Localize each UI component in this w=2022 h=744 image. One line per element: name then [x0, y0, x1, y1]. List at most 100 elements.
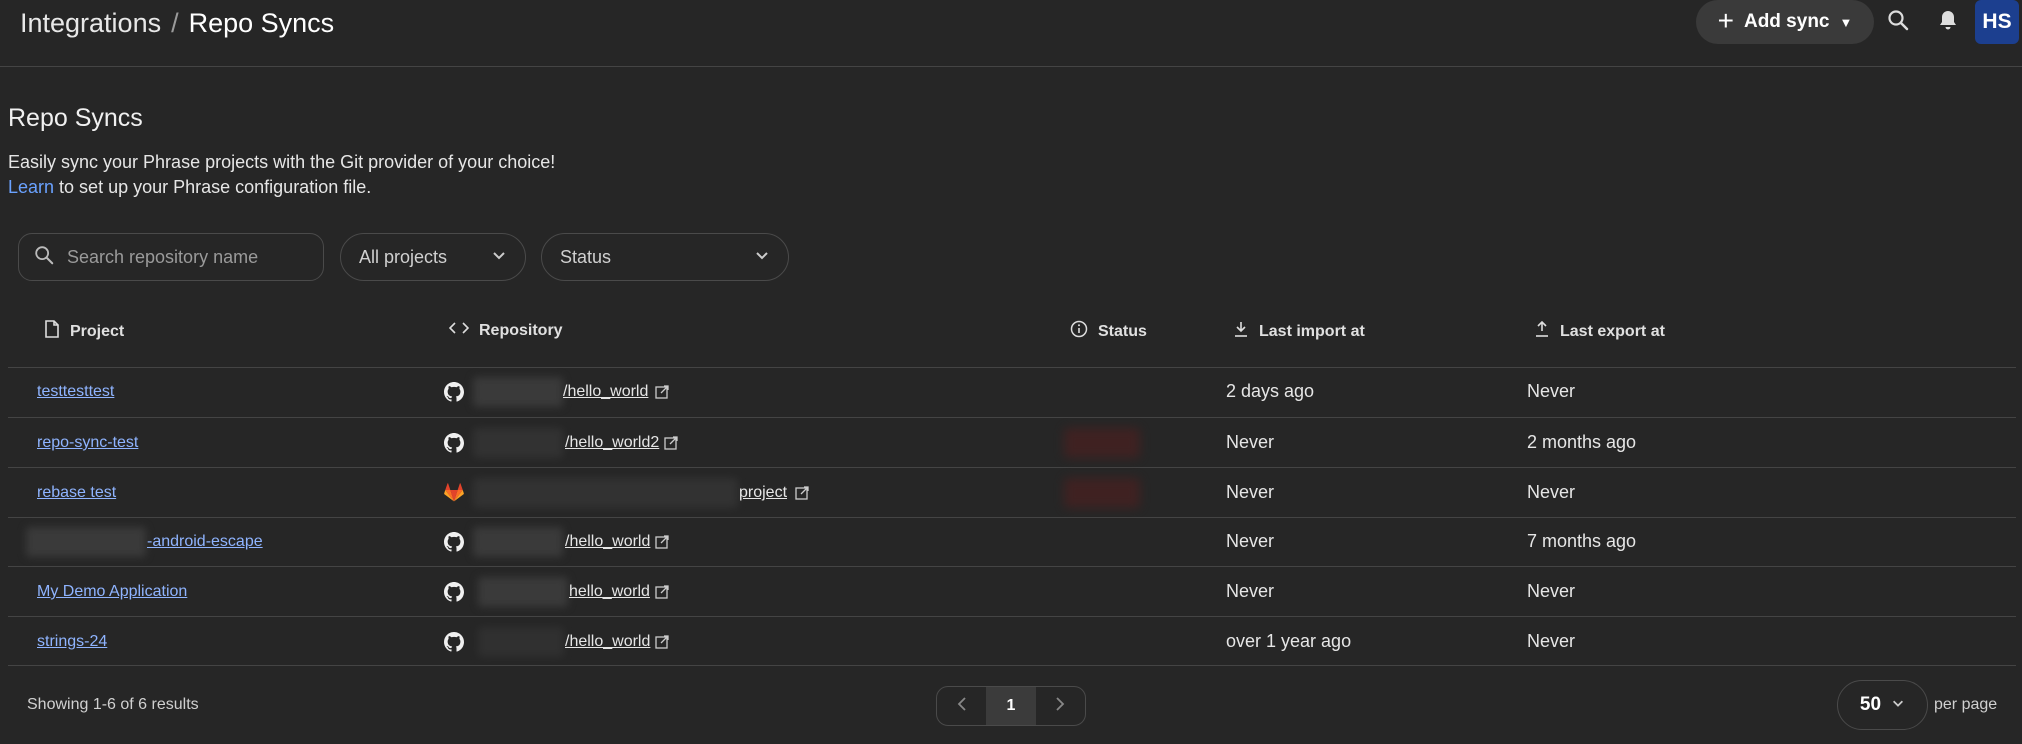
- last-import-value: Never: [1226, 581, 1275, 601]
- code-icon: [448, 320, 470, 341]
- redacted-owner: [473, 527, 563, 557]
- search-icon: [33, 244, 55, 271]
- github-icon: [444, 382, 465, 407]
- last-import-value: Never: [1226, 432, 1275, 452]
- last-export-value: Never: [1527, 482, 1576, 502]
- intro-text-rest: to set up your Phrase configuration file…: [54, 177, 372, 197]
- row-divider: [8, 517, 2016, 518]
- per-page-select[interactable]: 50: [1837, 680, 1928, 730]
- column-header-project-label: Project: [70, 322, 125, 340]
- row-divider: [8, 417, 2016, 418]
- pagination: 1: [936, 686, 1086, 726]
- column-header-last-export: Last export at: [1534, 320, 1665, 343]
- previous-page-button[interactable]: [937, 687, 986, 725]
- redacted-status: [1064, 478, 1140, 508]
- breadcrumb-separator: /: [171, 8, 179, 38]
- last-export-value: 7 months ago: [1527, 531, 1637, 551]
- per-page-label: per page: [1934, 696, 1998, 713]
- last-import-value: 2 days ago: [1226, 381, 1315, 401]
- repository-link[interactable]: /hello_world: [563, 383, 648, 401]
- column-header-last-import: Last import at: [1233, 320, 1365, 343]
- redacted-owner: [473, 377, 563, 407]
- column-header-status-label: Status: [1098, 322, 1147, 340]
- project-link[interactable]: strings-24: [37, 633, 107, 651]
- top-bar: Integrations / Repo Syncs + Add sync ▼ HS: [0, 0, 2022, 67]
- projects-select-value: All projects: [359, 246, 448, 267]
- search-input[interactable]: [65, 245, 309, 269]
- search-icon[interactable]: [1884, 6, 1912, 34]
- external-link-icon[interactable]: [664, 436, 678, 455]
- redacted-status: [1064, 428, 1140, 458]
- search-field[interactable]: [18, 233, 324, 281]
- repository-link[interactable]: /hello_world2: [565, 434, 659, 452]
- last-export-value: 2 months ago: [1527, 432, 1637, 452]
- github-icon: [444, 582, 465, 607]
- row-divider: [8, 566, 2016, 567]
- intro-text-2: Learn to set up your Phrase configuratio…: [8, 177, 371, 198]
- table-divider: [8, 367, 2016, 368]
- chevron-left-icon: [956, 696, 968, 717]
- column-header-status: Status: [1070, 320, 1147, 343]
- external-link-icon[interactable]: [655, 535, 669, 554]
- chevron-down-icon: [1891, 694, 1905, 716]
- status-select[interactable]: Status: [541, 233, 789, 281]
- intro-text: Easily sync your Phrase projects with th…: [8, 152, 556, 172]
- repository-link[interactable]: hello_world: [569, 583, 650, 601]
- redacted-project-prefix: [26, 527, 146, 557]
- per-page-value: 50: [1859, 694, 1882, 715]
- last-import-value: Never: [1226, 482, 1275, 502]
- project-link[interactable]: repo-sync-test: [37, 434, 138, 452]
- last-import-value: Never: [1226, 531, 1275, 551]
- breadcrumb-integrations[interactable]: Integrations: [20, 8, 161, 38]
- upload-icon: [1534, 320, 1550, 343]
- page-title: Repo Syncs: [8, 104, 143, 132]
- external-link-icon[interactable]: [795, 486, 809, 505]
- file-icon: [44, 320, 60, 343]
- add-sync-button[interactable]: + Add sync ▼: [1696, 0, 1874, 44]
- status-select-value: Status: [560, 246, 612, 267]
- plus-icon: +: [1717, 4, 1734, 36]
- page-button[interactable]: 1: [986, 687, 1036, 725]
- project-link[interactable]: rebase test: [37, 484, 116, 502]
- column-header-last-import-label: Last import at: [1259, 322, 1365, 340]
- row-divider: [8, 665, 2016, 666]
- redacted-owner: [478, 577, 568, 607]
- project-link[interactable]: My Demo Application: [37, 583, 187, 601]
- add-sync-label: Add sync: [1743, 11, 1830, 32]
- project-link[interactable]: -android-escape: [147, 533, 263, 551]
- bell-icon[interactable]: [1934, 6, 1962, 34]
- breadcrumb-current: Repo Syncs: [188, 8, 335, 38]
- external-link-icon[interactable]: [655, 635, 669, 654]
- next-page-button[interactable]: [1036, 687, 1085, 725]
- project-link[interactable]: testtesttest: [37, 383, 114, 401]
- external-link-icon[interactable]: [655, 385, 669, 404]
- github-icon: [444, 433, 465, 458]
- last-export-value: Never: [1527, 581, 1576, 601]
- results-summary: Showing 1-6 of 6 results: [27, 696, 199, 713]
- chevron-down-icon: [754, 247, 770, 268]
- redacted-owner: [473, 478, 738, 508]
- breadcrumb: Integrations / Repo Syncs: [20, 8, 334, 39]
- row-divider: [8, 467, 2016, 468]
- repository-link[interactable]: /hello_world: [565, 633, 650, 651]
- row-divider: [8, 616, 2016, 617]
- last-export-value: Never: [1527, 381, 1576, 401]
- chevron-down-icon: [491, 247, 507, 268]
- last-import-value: over 1 year ago: [1226, 631, 1352, 651]
- info-icon: [1070, 320, 1088, 343]
- redacted-owner: [473, 428, 563, 458]
- external-link-icon[interactable]: [655, 585, 669, 604]
- user-avatar[interactable]: HS: [1975, 0, 2019, 44]
- column-header-last-export-label: Last export at: [1560, 322, 1665, 340]
- column-header-repository-label: Repository: [479, 321, 563, 339]
- last-export-value: Never: [1527, 631, 1576, 651]
- column-header-repository: Repository: [448, 320, 563, 341]
- projects-select[interactable]: All projects: [340, 233, 526, 281]
- learn-link[interactable]: Learn: [8, 177, 54, 197]
- caret-down-icon: ▼: [1839, 14, 1853, 30]
- download-icon: [1233, 320, 1249, 343]
- gitlab-icon: [444, 483, 464, 508]
- repository-link[interactable]: /hello_world: [565, 533, 650, 551]
- chevron-right-icon: [1054, 696, 1066, 717]
- repository-link[interactable]: project: [739, 484, 787, 502]
